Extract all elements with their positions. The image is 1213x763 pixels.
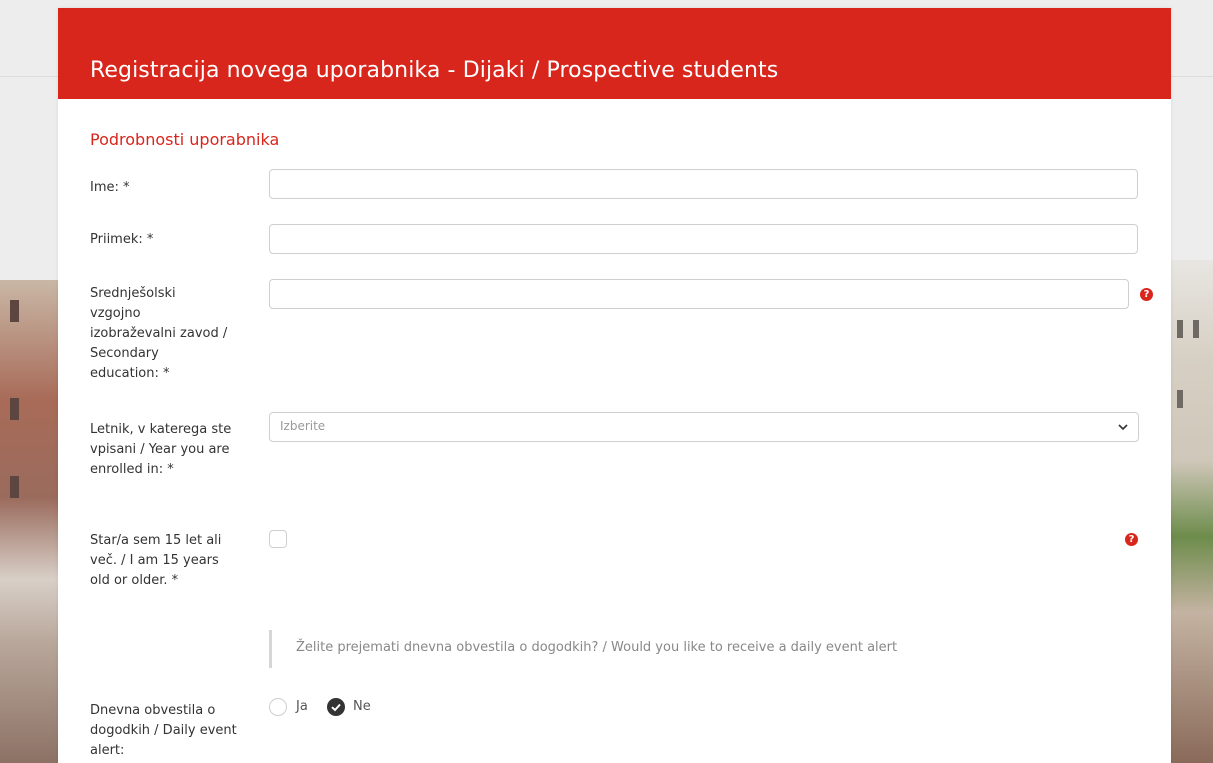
year-select[interactable]: Izberite (269, 412, 1139, 442)
year-label: Letnik, v katerega ste vpisani / Year yo… (90, 422, 232, 477)
chevron-down-icon (1118, 424, 1128, 431)
daily-alert-label: Dnevna obvestila o dogodkih / Daily even… (90, 703, 237, 758)
question-circle-icon[interactable]: ? (1125, 533, 1138, 546)
card-header: Registracija novega uporabnika - Dijaki … (58, 8, 1171, 99)
daily-alert-notice-text: Želite prejemati dnevna obvestila o dogo… (296, 640, 898, 655)
first-name-label: Ime: * (90, 180, 130, 195)
section-title: Podrobnosti uporabnika (90, 130, 280, 149)
daily-alert-notice: Želite prejemati dnevna obvestila o dogo… (269, 630, 972, 668)
question-circle-icon[interactable]: ? (1140, 288, 1153, 301)
radio-yes-label[interactable]: Ja (296, 699, 308, 714)
school-field[interactable] (269, 279, 1129, 309)
year-select-value: Izberite (280, 419, 326, 433)
background-right-building (1171, 260, 1213, 763)
radio-no-label[interactable]: Ne (353, 699, 371, 714)
last-name-label: Priimek: * (90, 232, 154, 247)
school-label: Srednješolski vzgojno izobraževalni zavo… (90, 286, 228, 381)
age-confirm-checkbox[interactable] (269, 530, 287, 548)
registration-card: Registracija novega uporabnika - Dijaki … (58, 8, 1171, 763)
first-name-field[interactable] (269, 169, 1138, 199)
check-circle-icon (331, 703, 341, 712)
radio-yes[interactable] (269, 698, 287, 716)
last-name-field[interactable] (269, 224, 1138, 254)
radio-no[interactable] (327, 698, 345, 716)
page-title: Registracija novega uporabnika - Dijaki … (90, 58, 779, 83)
background-left-building (0, 280, 58, 763)
age-label: Star/a sem 15 let ali več. / I am 15 yea… (90, 533, 222, 588)
